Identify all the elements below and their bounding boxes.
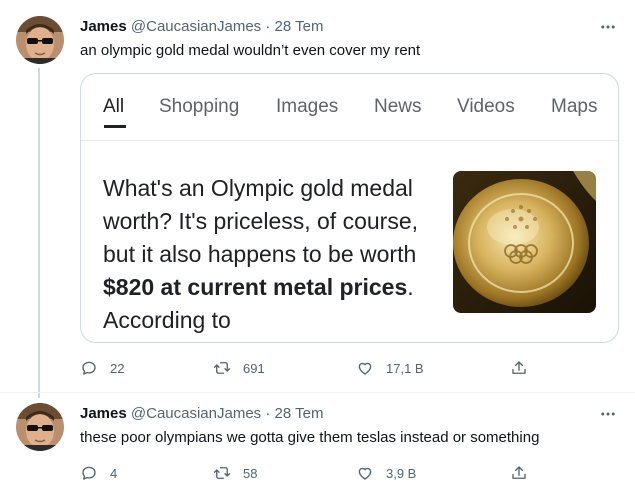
reply-icon (82, 361, 96, 375)
gold-medal-icon (453, 171, 596, 313)
tweet-actions: 22 691 17,1 B (80, 356, 540, 380)
search-tabs: All Shopping Images News Videos Maps (81, 74, 618, 136)
retweet-button[interactable]: 691 (213, 356, 265, 380)
snippet-bold-metal: metal prices (273, 274, 408, 300)
display-name[interactable]: James (80, 405, 127, 422)
like-count: 3,9 B (386, 465, 417, 481)
separator-dot: · (265, 405, 271, 422)
avatar[interactable] (16, 16, 64, 64)
user-handle[interactable]: @CaucasianJames (131, 18, 261, 35)
share-icon (512, 466, 526, 479)
more-options-button[interactable] (597, 16, 619, 38)
snippet-bold-price: $820 at current (103, 274, 267, 300)
reply-count: 4 (110, 465, 118, 481)
like-icon (358, 362, 372, 375)
avatar-icon (16, 403, 64, 451)
thread-line (38, 68, 40, 398)
tab-videos: Videos (457, 96, 515, 117)
active-tab-indicator (104, 125, 126, 128)
reply-icon (82, 466, 96, 480)
retweet-button[interactable]: 58 (213, 461, 257, 485)
avatar[interactable] (16, 403, 64, 451)
tab-maps: Maps (551, 96, 598, 117)
retweet-count: 691 (243, 360, 265, 376)
tab-news: News (374, 96, 422, 117)
tweet-text: these poor olympians we gotta give them … (80, 429, 540, 446)
like-count: 17,1 B (386, 360, 424, 376)
reply-button[interactable]: 22 (80, 356, 124, 380)
tweet-date[interactable]: 28 Tem (275, 18, 324, 35)
tweet-header: James @CaucasianJames · 28 Tem (80, 17, 323, 37)
user-handle[interactable]: @CaucasianJames (131, 405, 261, 422)
like-icon (358, 467, 372, 480)
share-button[interactable] (510, 356, 528, 380)
retweet-icon (213, 467, 231, 479)
gold-medal-image (453, 171, 596, 313)
share-button[interactable] (510, 461, 528, 485)
media-card[interactable]: All Shopping Images News Videos Maps Wha… (80, 73, 619, 343)
tweet-actions: 4 58 3,9 B (80, 461, 540, 485)
share-icon (512, 361, 526, 374)
card-divider (81, 140, 618, 141)
tweet-header: James @CaucasianJames · 28 Tem (80, 404, 323, 424)
tweet-1[interactable]: James @CaucasianJames · 28 Tem an olympi… (0, 0, 635, 398)
tweet-2[interactable]: James @CaucasianJames · 28 Tem these poo… (0, 392, 635, 492)
snippet-text: What's an Olympic gold medal worth? It's… (103, 175, 419, 267)
search-snippet: What's an Olympic gold medal worth? It's… (103, 172, 448, 337)
tab-shopping: Shopping (159, 96, 240, 117)
avatar-icon (16, 16, 64, 64)
tweet-date[interactable]: 28 Tem (275, 405, 324, 422)
more-icon (601, 412, 615, 416)
retweet-count: 58 (243, 465, 258, 481)
display-name[interactable]: James (80, 18, 127, 35)
tab-all: All (103, 96, 125, 117)
tweet-text: an olympic gold medal wouldn’t even cove… (80, 42, 421, 59)
retweet-icon (213, 362, 231, 374)
separator-dot: · (265, 18, 271, 35)
more-options-button[interactable] (597, 403, 619, 425)
reply-button[interactable]: 4 (80, 461, 117, 485)
like-button[interactable]: 17,1 B (356, 356, 424, 380)
tab-images: Images (276, 96, 339, 117)
like-button[interactable]: 3,9 B (356, 461, 416, 485)
more-icon (601, 25, 615, 29)
reply-count: 22 (110, 360, 125, 376)
